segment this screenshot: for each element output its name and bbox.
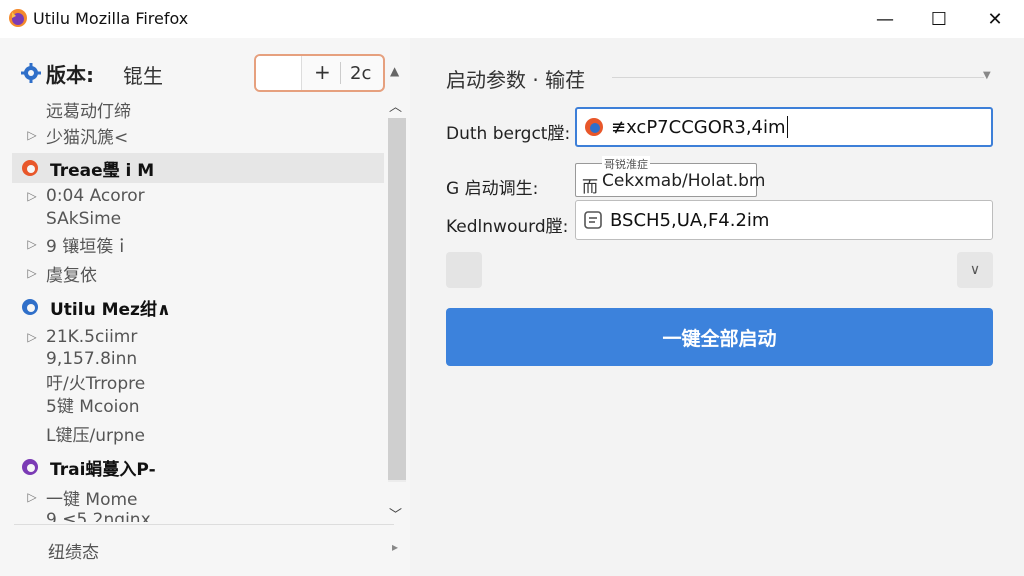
minimize-button[interactable]: — xyxy=(858,0,912,38)
list-item-label: 21K.5ciimr xyxy=(46,327,138,347)
title-bar: Utilu Mozilla Firefox — ☐ ✕ xyxy=(0,0,1024,38)
profile-list: 远葛动仃缔 ▷ 少猫汎篪< Treae璺 ⅰ M ▷ 0:04 Acoror SAkSime… xyxy=(12,92,390,522)
expand-arrow-icon[interactable]: ▷ xyxy=(22,490,42,504)
maximize-button[interactable]: ☐ xyxy=(912,0,966,38)
list-item[interactable]: ▷ 虞复依 xyxy=(12,260,384,286)
list-group-header[interactable]: Trai蜎蔓入P- xyxy=(12,454,384,480)
field2-label: G 启动调生: xyxy=(446,179,539,199)
window-title: Utilu Mozilla Firefox xyxy=(33,9,189,28)
list-item-label: L键压/urpne xyxy=(46,425,145,446)
text-cursor xyxy=(786,116,788,138)
caret-down-icon[interactable]: ▼ xyxy=(983,70,991,81)
list-item[interactable]: ▷ 少猫汎篪< xyxy=(12,122,384,148)
firefox-profile-icon xyxy=(22,459,38,475)
path-input-value: ≢xcP7CCGOR3,4im xyxy=(611,116,786,138)
chevron-up-icon[interactable]: ▲ xyxy=(390,64,399,78)
expand-arrow-icon[interactable]: ▷ xyxy=(22,330,42,344)
list-item-label: 一键 Mome xyxy=(46,489,138,510)
expand-arrow-icon[interactable]: ▷ xyxy=(22,189,42,203)
firefox-profile-icon xyxy=(22,299,38,315)
field3-label: Kedlnwourd膛: xyxy=(446,217,569,237)
expand-arrow-icon[interactable]: ▷ xyxy=(22,266,42,280)
list-item-label: Utilu Mez绀∧ xyxy=(50,299,171,320)
version-value: 锟生 xyxy=(123,64,163,88)
list-item-label: 9.≤5 2nginx xyxy=(46,510,151,522)
list-item-label: Treae璺 ⅰ M xyxy=(50,160,155,181)
section-title: 启动参数 · 输荏 xyxy=(446,68,586,92)
path-input[interactable]: ≢xcP7CCGOR3,4im xyxy=(575,107,993,147)
list-item-label: 吁/火Trropre xyxy=(46,373,146,394)
browser-icon xyxy=(585,118,603,136)
close-button[interactable]: ✕ xyxy=(968,0,1022,38)
launch-setting-hint: 哥锐淮症 xyxy=(602,156,650,172)
chevron-right-icon[interactable]: ▸ xyxy=(392,540,398,554)
firefox-logo-icon xyxy=(9,9,27,27)
list-item-label: 0:04 Acoror xyxy=(46,186,145,206)
list-item-label: 9,157.8inn xyxy=(46,349,138,369)
version-count: 2c xyxy=(350,63,372,84)
scrollbar-thumb[interactable] xyxy=(388,118,406,480)
config-icon xyxy=(584,211,602,229)
version-row: 版本: xyxy=(20,58,94,88)
keyword-input[interactable]: BSCH5,UA,F4.2im xyxy=(575,200,993,240)
list-item[interactable]: L键压/urpne xyxy=(12,420,384,446)
launch-all-button[interactable]: 一键全部启动 xyxy=(446,308,993,366)
list-item-label: 5键 Mcoion xyxy=(46,396,140,417)
version-stepper[interactable]: + 2c xyxy=(254,54,385,92)
scroll-down-icon[interactable]: ﹀ xyxy=(389,504,402,523)
status-footer-label: 纽绩态 xyxy=(48,543,99,563)
list-item-label: 9 镶垣篌ｉ xyxy=(46,236,131,257)
list-item[interactable]: ▷ 9 镶垣篌ｉ xyxy=(12,231,384,257)
gear-icon xyxy=(21,63,41,83)
list-item[interactable]: SAkSime xyxy=(12,206,384,232)
list-item-label: 少猫汎篪< xyxy=(46,127,129,148)
field1-label: Duth bergct膛: xyxy=(446,124,571,144)
list-item[interactable]: 远葛动仃缔 xyxy=(12,96,384,122)
list-item[interactable]: 5键 Mcoion xyxy=(12,391,384,417)
version-add-button[interactable]: + xyxy=(314,60,331,84)
version-label: 版本: xyxy=(46,62,94,87)
launch-setting-field[interactable]: 哥锐淮症 而 Cekxmab/Holat.bm xyxy=(575,156,765,197)
list-item-label: SAkSime xyxy=(46,209,122,229)
list-item-label: 远葛动仃缔 xyxy=(46,101,131,122)
launch-setting-value: Cekxmab/Holat.bm xyxy=(602,171,766,191)
list-group-header[interactable]: Treae璺 ⅰ M xyxy=(12,153,384,183)
expand-arrow-icon[interactable]: ▷ xyxy=(22,237,42,251)
list-item-label: 虞复依 xyxy=(46,265,97,286)
scroll-up-icon[interactable]: ︿ xyxy=(389,96,402,115)
option-toggle[interactable] xyxy=(446,252,482,288)
list-item-label: Trai蜎蔓入P- xyxy=(50,459,156,480)
divider xyxy=(14,524,394,525)
keyword-input-value: BSCH5,UA,F4.2im xyxy=(610,209,770,231)
version-stepper-divider xyxy=(340,62,341,84)
list-item[interactable]: 9.≤5 2nginx xyxy=(12,507,384,522)
list-group-header[interactable]: Utilu Mez绀∧ xyxy=(12,294,384,320)
document-icon: 而 xyxy=(582,177,599,196)
chevron-down-icon[interactable]: ∨ xyxy=(957,252,993,288)
expand-arrow-icon[interactable]: ▷ xyxy=(22,128,42,142)
version-stepper-input[interactable] xyxy=(256,56,302,90)
firefox-profile-icon xyxy=(22,160,38,176)
section-divider xyxy=(612,77,984,78)
